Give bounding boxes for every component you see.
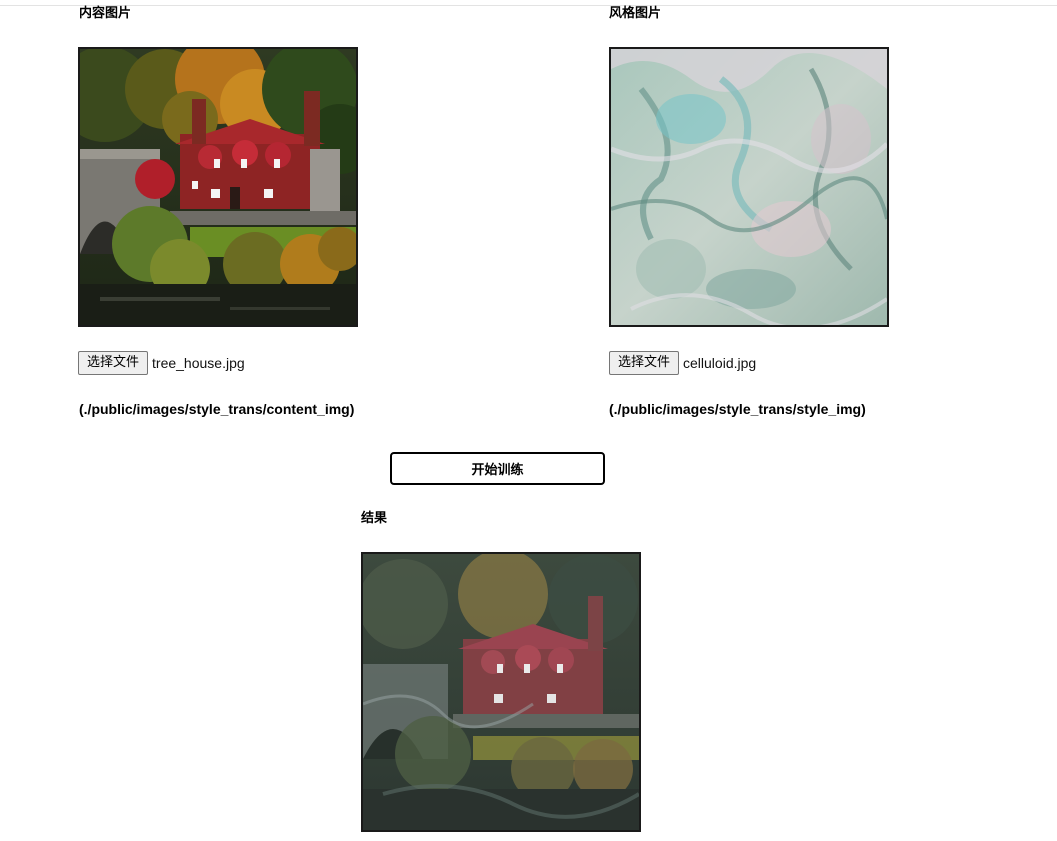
style-image-preview — [609, 47, 889, 327]
result-image-picture — [363, 554, 639, 830]
content-image-path: (./public/images/style_trans/content_img… — [79, 401, 355, 417]
style-image-label: 风格图片 — [609, 6, 662, 21]
content-choose-file-button[interactable]: 选择文件 — [78, 351, 149, 375]
content-image-preview — [78, 47, 358, 327]
content-image-picture — [80, 49, 356, 325]
style-file-picker: 选择文件 celluloid.jpg — [609, 351, 756, 375]
style-image-path: (./public/images/style_trans/style_img) — [609, 401, 866, 417]
top-divider — [0, 5, 1057, 6]
style-file-name: celluloid.jpg — [683, 355, 757, 371]
start-training-button[interactable]: 开始训练 — [390, 452, 605, 485]
result-label: 结果 — [361, 511, 388, 526]
content-file-picker: 选择文件 tree_house.jpg — [78, 351, 245, 375]
result-image-preview — [361, 552, 641, 832]
style-choose-file-button[interactable]: 选择文件 — [609, 351, 680, 375]
content-image-label: 内容图片 — [79, 6, 132, 21]
style-image-picture — [611, 49, 887, 325]
content-file-name: tree_house.jpg — [152, 355, 245, 371]
